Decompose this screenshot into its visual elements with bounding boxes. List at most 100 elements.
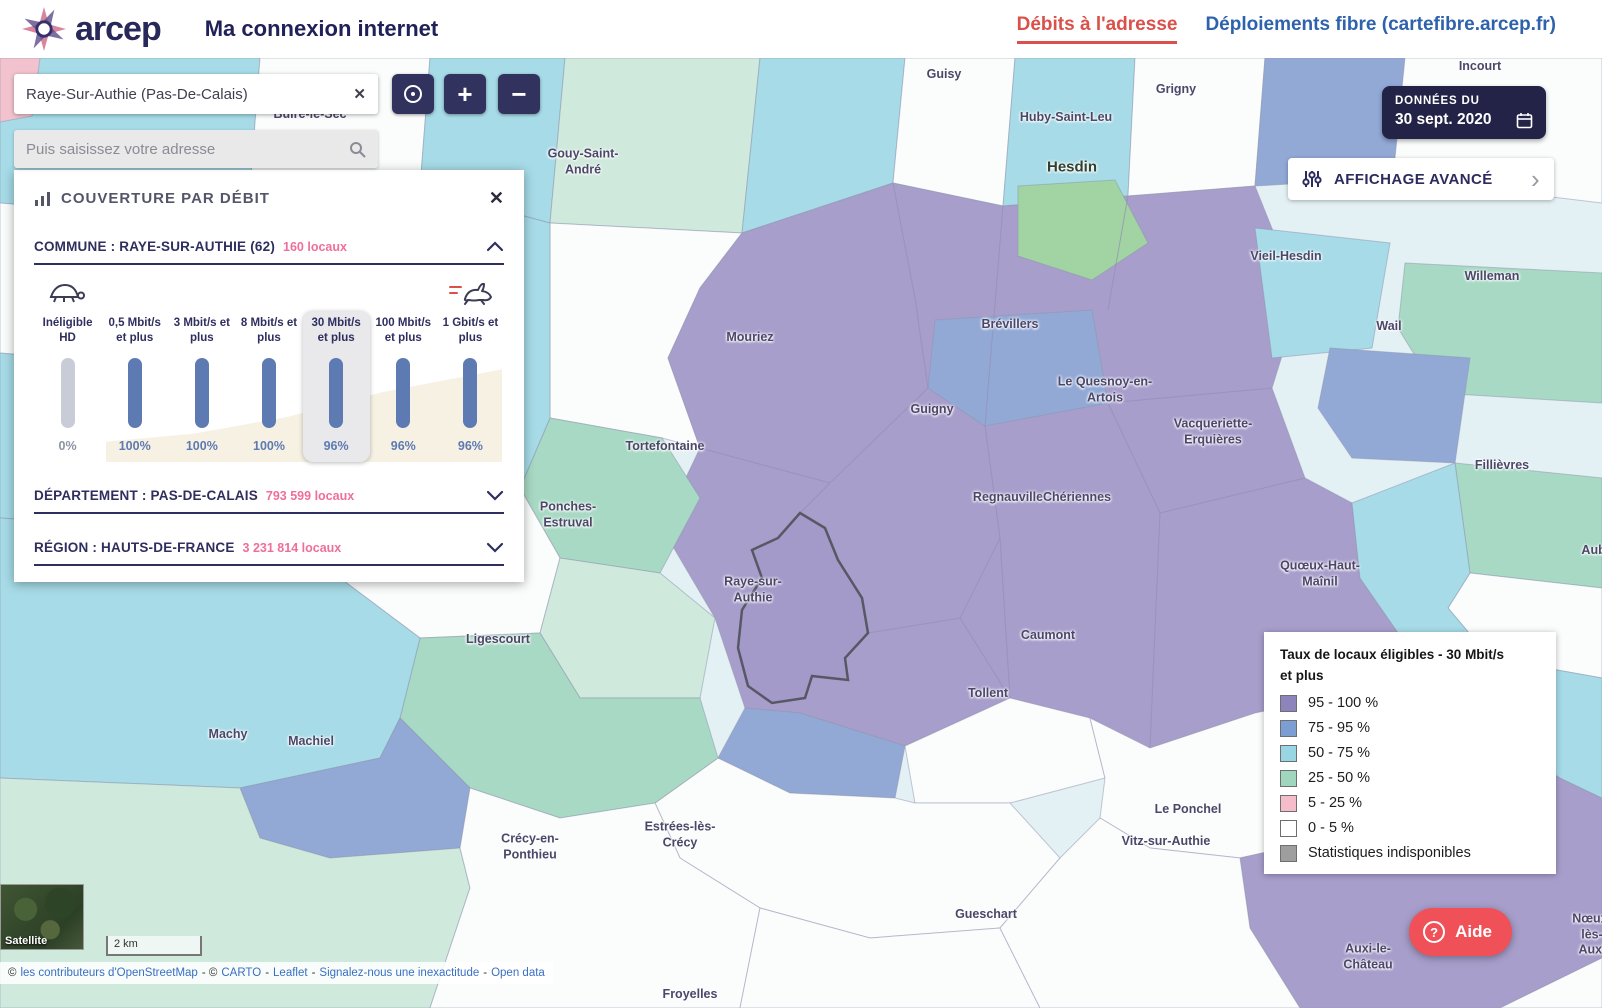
geolocate-icon	[404, 85, 422, 103]
logo-text: arcep	[75, 10, 161, 49]
map-canvas[interactable]: Buire-le-SecGuisyIncourtGrignyHuby-Saint…	[0, 58, 1602, 1008]
speed-label: 0,5 Mbit/s et plus	[109, 316, 161, 348]
chevron-down-icon[interactable]	[486, 490, 504, 501]
chevron-right-icon: ›	[1531, 164, 1540, 195]
legend-label: Statistiques indisponibles	[1308, 845, 1471, 861]
question-icon: ?	[1423, 921, 1445, 943]
advanced-display-label: AFFICHAGE AVANCÉ	[1334, 171, 1493, 188]
speed-value: 100%	[186, 439, 218, 453]
legend-label: 75 - 95 %	[1308, 720, 1370, 736]
speed-label: 100 Mbit/s et plus	[375, 316, 431, 348]
sliders-icon	[1302, 170, 1322, 188]
hare-icon	[448, 279, 494, 305]
attribution-link[interactable]: CARTO	[221, 967, 261, 979]
attribution-prefix: ©	[8, 967, 16, 979]
search-icon	[349, 141, 366, 158]
commune-section-header[interactable]: COMMUNE : RAYE-SUR-AUTHIE (62) 160 locau…	[34, 229, 504, 265]
arcep-star-icon	[22, 7, 66, 51]
legend-swatch	[1280, 745, 1297, 762]
data-date-badge[interactable]: DONNÉES DU 30 sept. 2020	[1382, 86, 1546, 139]
attribution-link[interactable]: Leaflet	[273, 967, 308, 979]
legend-swatch	[1280, 770, 1297, 787]
region-count: 3 231 814 locaux	[243, 541, 342, 555]
speed-column[interactable]: Inéligible HD 0%	[34, 311, 101, 462]
data-date-label: DONNÉES DU	[1395, 95, 1533, 107]
attribution-link[interactable]: les contributeurs d'OpenStreetMap	[20, 967, 197, 979]
speed-column[interactable]: 100 Mbit/s et plus 96%	[370, 311, 437, 462]
turtle-icon	[44, 279, 86, 305]
speed-value: 100%	[253, 439, 285, 453]
help-button[interactable]: ? Aide	[1409, 908, 1512, 956]
departement-count: 793 599 locaux	[266, 489, 354, 503]
legend-item: 25 - 50 %	[1280, 770, 1540, 787]
attribution-prefix: -	[265, 967, 269, 979]
speed-bar	[463, 358, 477, 428]
speed-column[interactable]: 8 Mbit/s et plus 100%	[235, 311, 302, 462]
speed-column[interactable]: 0,5 Mbit/s et plus 100%	[101, 311, 168, 462]
advanced-display-button[interactable]: AFFICHAGE AVANCÉ ›	[1288, 158, 1554, 200]
geolocate-button[interactable]	[392, 74, 434, 114]
attribution-prefix: -	[312, 967, 316, 979]
legend-item: Statistiques indisponibles	[1280, 845, 1540, 862]
speed-column[interactable]: 30 Mbit/s et plus 96%	[303, 311, 370, 462]
speed-bar	[262, 358, 276, 428]
nav-link[interactable]: Déploiements fibre (cartefibre.arcep.fr)	[1205, 14, 1556, 44]
close-icon[interactable]: ✕	[489, 188, 504, 209]
commune-search-field[interactable]: Raye-Sur-Authie (Pas-De-Calais) ✕	[14, 74, 378, 114]
data-date-value: 30 sept. 2020	[1395, 111, 1492, 129]
chevron-up-icon[interactable]	[486, 241, 504, 252]
speed-columns: Inéligible HD 0% 0,5 Mbit/s et plus 100%…	[34, 311, 504, 462]
speed-label: Inéligible HD	[43, 316, 93, 348]
legend-item: 5 - 25 %	[1280, 795, 1540, 812]
speed-bar	[195, 358, 209, 428]
attribution-segment: -Leaflet	[265, 967, 307, 979]
speed-label: 30 Mbit/s et plus	[312, 316, 361, 348]
bar-chart-icon	[34, 191, 52, 207]
legend-title: Taux de locaux éligibles - 30 Mbit/s et …	[1280, 645, 1540, 687]
speed-label: 1 Gbit/s et plus	[443, 316, 499, 348]
legend-swatch	[1280, 820, 1297, 837]
satellite-label: Satellite	[5, 935, 47, 947]
legend-item: 50 - 75 %	[1280, 745, 1540, 762]
speed-value: 96%	[391, 439, 416, 453]
departement-label: DÉPARTEMENT : PAS-DE-CALAIS	[34, 488, 258, 503]
region-section-header[interactable]: RÉGION : HAUTS-DE-FRANCE 3 231 814 locau…	[34, 530, 504, 566]
legend-swatch	[1280, 695, 1297, 712]
coverage-panel: COUVERTURE PAR DÉBIT ✕ COMMUNE : RAYE-SU…	[14, 170, 524, 582]
speed-column[interactable]: 1 Gbit/s et plus 96%	[437, 311, 504, 462]
zoom-out-button[interactable]: −	[498, 74, 540, 114]
departement-section-header[interactable]: DÉPARTEMENT : PAS-DE-CALAIS 793 599 loca…	[34, 478, 504, 514]
attribution-segment: -Signalez-nous une inexactitude	[312, 967, 480, 979]
commune-count: 160 locaux	[283, 240, 347, 254]
address-search-field[interactable]	[14, 130, 378, 168]
legend-item: 95 - 100 %	[1280, 695, 1540, 712]
speed-column[interactable]: 3 Mbit/s et plus 100%	[168, 311, 235, 462]
speed-bar	[61, 358, 75, 428]
satellite-layer-toggle[interactable]: Satellite	[0, 884, 84, 950]
chevron-down-icon[interactable]	[486, 542, 504, 553]
legend-label: 25 - 50 %	[1308, 770, 1370, 786]
map-attribution: ©les contributeurs d'OpenStreetMap- ©CAR…	[0, 962, 553, 984]
zoom-in-button[interactable]: +	[444, 74, 486, 114]
attribution-link[interactable]: Signalez-nous une inexactitude	[319, 967, 479, 979]
speed-value: 0%	[59, 439, 77, 453]
legend-item: 0 - 5 %	[1280, 820, 1540, 837]
legend-swatch	[1280, 720, 1297, 737]
region-label: RÉGION : HAUTS-DE-FRANCE	[34, 540, 235, 555]
commune-label: COMMUNE : RAYE-SUR-AUTHIE (62)	[34, 239, 275, 254]
nav-link[interactable]: Débits à l'adresse	[1017, 14, 1178, 44]
legend-swatch	[1280, 795, 1297, 812]
clear-search-button[interactable]: ✕	[353, 85, 366, 103]
legend-label: 0 - 5 %	[1308, 820, 1354, 836]
legend-swatch	[1280, 845, 1297, 862]
top-header: arcep Ma connexion internet Débits à l'a…	[0, 0, 1602, 58]
legend-item: 75 - 95 %	[1280, 720, 1540, 737]
header-nav: Débits à l'adresse Déploiements fibre (ca…	[1017, 14, 1556, 44]
speed-label: 3 Mbit/s et plus	[174, 316, 230, 348]
speed-coverage-chart: Inéligible HD 0% 0,5 Mbit/s et plus 100%…	[34, 275, 504, 462]
calendar-icon	[1516, 112, 1533, 129]
attribution-link[interactable]: Open data	[491, 967, 545, 979]
address-input[interactable]	[26, 141, 349, 158]
arcep-logo[interactable]: arcep	[22, 7, 161, 51]
speed-value: 96%	[324, 439, 349, 453]
